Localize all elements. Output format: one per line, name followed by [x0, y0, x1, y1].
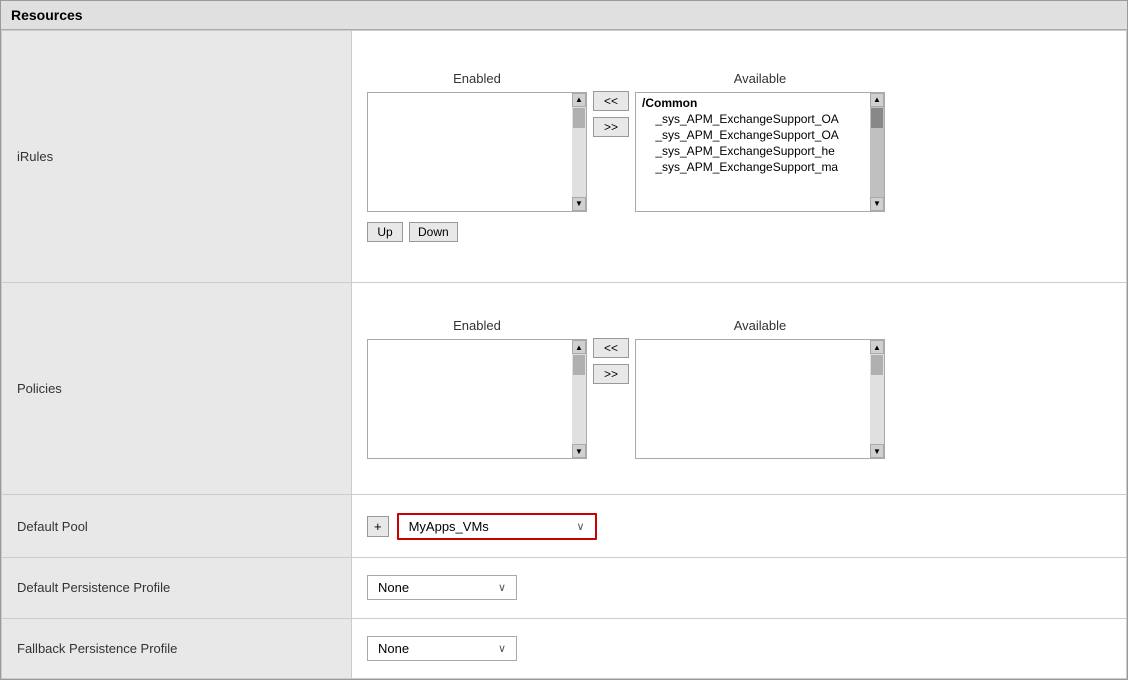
irules-avail-scroll-track: [870, 107, 884, 197]
default-pool-plus-btn[interactable]: +: [367, 516, 389, 537]
default-pool-dropdown[interactable]: MyApps_VMs ∨: [397, 513, 597, 540]
default-persistence-arrow-icon: ∨: [498, 581, 506, 594]
section-header: Resources: [1, 1, 1127, 30]
policies-avail-scroll-track: [870, 354, 884, 444]
irules-transfer-right-btn[interactable]: >>: [593, 117, 629, 137]
default-persistence-label-cell: Default Persistence Profile: [2, 558, 352, 618]
irules-content: Enabled ▲ ▼ << >>: [367, 71, 1111, 242]
policies-enabled-scroll-up[interactable]: ▲: [572, 340, 586, 354]
irules-enabled-group: Enabled ▲ ▼: [367, 71, 587, 212]
default-pool-label: Default Pool: [17, 519, 88, 534]
fallback-persistence-label: Fallback Persistence Profile: [17, 641, 177, 656]
policies-enabled-scroll-track: [572, 354, 586, 444]
policies-label: Policies: [17, 381, 62, 396]
irules-avail-scroll-up[interactable]: ▲: [870, 93, 884, 107]
policies-avail-scroll-up[interactable]: ▲: [870, 340, 884, 354]
policies-available-group: Available ▲ ▼: [635, 318, 885, 459]
default-persistence-label: Default Persistence Profile: [17, 580, 170, 595]
irules-enabled-scroll-up[interactable]: ▲: [572, 93, 586, 107]
fallback-persistence-arrow-icon: ∨: [498, 642, 506, 655]
irules-enabled-scroll-thumb: [573, 108, 585, 128]
irules-enabled-scroll-track: [572, 107, 586, 197]
irules-transfer-buttons: << >>: [593, 91, 629, 137]
irules-enabled-scroll-down[interactable]: ▼: [572, 197, 586, 211]
fallback-persistence-dropdown[interactable]: None ∨: [367, 636, 517, 661]
irules-available-content: /Common _sys_APM_ExchangeSupport_OA _sys…: [636, 93, 884, 177]
irules-down-btn[interactable]: Down: [409, 222, 458, 242]
irules-dual-list: Enabled ▲ ▼ << >>: [367, 71, 1111, 212]
default-pool-label-cell: Default Pool: [2, 495, 352, 558]
irules-available-listbox[interactable]: /Common _sys_APM_ExchangeSupport_OA _sys…: [635, 92, 885, 212]
default-persistence-dropdown[interactable]: None ∨: [367, 575, 517, 600]
default-pool-content: + MyApps_VMs ∨: [367, 513, 1111, 540]
irules-avail-scroll-thumb: [871, 108, 883, 128]
irules-transfer-left-btn[interactable]: <<: [593, 91, 629, 111]
main-container: Resources iRules Enabled ▲ ▼: [0, 0, 1128, 680]
policies-avail-scroll-down[interactable]: ▼: [870, 444, 884, 458]
policies-dual-list: Enabled ▲ ▼ << >>: [367, 318, 1111, 459]
irules-avail-item-3[interactable]: _sys_APM_ExchangeSupport_he: [640, 143, 866, 159]
policies-transfer-buttons: << >>: [593, 338, 629, 384]
irules-updown-row: Up Down: [367, 222, 1111, 242]
fallback-persistence-row: Fallback Persistence Profile None ∨: [2, 618, 1127, 678]
section-title: Resources: [11, 7, 83, 23]
fallback-persistence-value: None: [378, 641, 492, 656]
irules-avail-item-2[interactable]: _sys_APM_ExchangeSupport_OA: [640, 127, 866, 143]
irules-avail-item-4[interactable]: _sys_APM_ExchangeSupport_ma: [640, 159, 866, 175]
policies-transfer-left-btn[interactable]: <<: [593, 338, 629, 358]
default-pool-content-cell: + MyApps_VMs ∨: [352, 495, 1127, 558]
irules-available-label: Available: [734, 71, 787, 86]
default-persistence-row: Default Persistence Profile None ∨: [2, 558, 1127, 618]
policies-enabled-listbox[interactable]: ▲ ▼: [367, 339, 587, 459]
default-pool-value: MyApps_VMs: [409, 519, 571, 534]
irules-row: iRules Enabled ▲ ▼: [2, 31, 1127, 283]
fallback-persistence-label-cell: Fallback Persistence Profile: [2, 618, 352, 678]
fallback-persistence-content-cell: None ∨: [352, 618, 1127, 678]
irules-up-btn[interactable]: Up: [367, 222, 403, 242]
irules-available-group: Available /Common _sys_APM_ExchangeSuppo…: [635, 71, 885, 212]
irules-avail-item-0[interactable]: /Common: [640, 95, 866, 111]
irules-content-cell: Enabled ▲ ▼ << >>: [352, 31, 1127, 283]
policies-row: Policies Enabled ▲ ▼: [2, 282, 1127, 495]
resources-table: iRules Enabled ▲ ▼: [1, 30, 1127, 679]
policies-available-label: Available: [734, 318, 787, 333]
policies-enabled-label: Enabled: [453, 318, 501, 333]
default-pool-row: Default Pool + MyApps_VMs ∨: [2, 495, 1127, 558]
default-persistence-content-cell: None ∨: [352, 558, 1127, 618]
policies-label-cell: Policies: [2, 282, 352, 495]
policies-enabled-scroll-down[interactable]: ▼: [572, 444, 586, 458]
policies-content-cell: Enabled ▲ ▼ << >>: [352, 282, 1127, 495]
irules-avail-scroll-down[interactable]: ▼: [870, 197, 884, 211]
policies-enabled-scroll-thumb: [573, 355, 585, 375]
irules-enabled-label: Enabled: [453, 71, 501, 86]
policies-enabled-group: Enabled ▲ ▼: [367, 318, 587, 459]
irules-label-cell: iRules: [2, 31, 352, 283]
default-persistence-value: None: [378, 580, 492, 595]
irules-label: iRules: [17, 149, 53, 164]
irules-enabled-listbox[interactable]: ▲ ▼: [367, 92, 587, 212]
policies-transfer-right-btn[interactable]: >>: [593, 364, 629, 384]
policies-avail-scroll-thumb: [871, 355, 883, 375]
policies-available-listbox[interactable]: ▲ ▼: [635, 339, 885, 459]
irules-avail-item-1[interactable]: _sys_APM_ExchangeSupport_OA: [640, 111, 866, 127]
default-pool-arrow-icon: ∨: [577, 520, 585, 533]
